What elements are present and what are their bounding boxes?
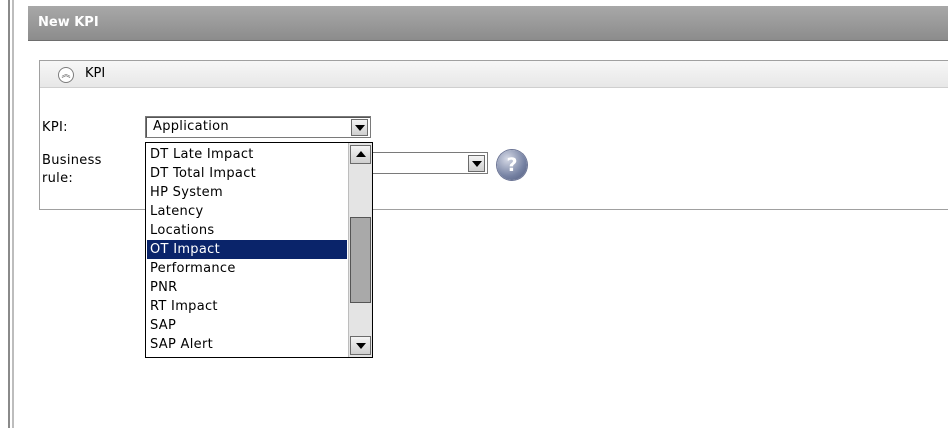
- scroll-up-button[interactable]: [350, 145, 371, 164]
- kpi-select-dropdown-button[interactable]: [351, 119, 368, 136]
- kpi-label: KPI:: [42, 120, 68, 135]
- scrollbar-thumb[interactable]: [350, 217, 371, 303]
- kpi-select-value: Application: [153, 119, 229, 134]
- business-rule-label: Business rule:: [42, 152, 102, 188]
- help-icon[interactable]: ?: [497, 150, 527, 180]
- section-header[interactable]: ︽ KPI: [40, 61, 948, 88]
- option-locations[interactable]: Locations: [147, 221, 347, 240]
- dialog-header: New KPI: [28, 6, 948, 41]
- option-ot-impact[interactable]: OT Impact: [147, 240, 347, 259]
- option-sap[interactable]: SAP: [147, 316, 347, 335]
- option-latency[interactable]: Latency: [147, 202, 347, 221]
- collapse-up-icon[interactable]: ︽: [58, 67, 74, 83]
- chevron-up-icon: [356, 151, 366, 157]
- chevron-down-icon: [355, 125, 365, 131]
- scroll-down-button[interactable]: [350, 336, 371, 355]
- window-frame-outer: [8, 0, 10, 428]
- option-pnr[interactable]: PNR: [147, 278, 347, 297]
- option-dt-late-impact[interactable]: DT Late Impact: [147, 145, 347, 164]
- option-dt-total-impact[interactable]: DT Total Impact: [147, 164, 347, 183]
- business-rule-label-line1: Business: [42, 153, 102, 168]
- business-rule-dropdown-button[interactable]: [468, 155, 485, 172]
- chevron-down-icon: [472, 161, 482, 167]
- option-sap-alert[interactable]: SAP Alert: [147, 335, 347, 354]
- dropdown-scrollbar[interactable]: [348, 143, 372, 357]
- section-title: KPI: [85, 66, 106, 81]
- option-performance[interactable]: Performance: [147, 259, 347, 278]
- option-hp-system[interactable]: HP System: [147, 183, 347, 202]
- option-rt-impact[interactable]: RT Impact: [147, 297, 347, 316]
- business-rule-label-line2: rule:: [42, 171, 74, 186]
- dialog-title: New KPI: [38, 15, 99, 30]
- business-rule-select[interactable]: [370, 152, 488, 174]
- kpi-dropdown-list[interactable]: DT Late Impact DT Total Impact HP System…: [145, 142, 373, 358]
- window-frame-inner: [12, 0, 14, 428]
- kpi-select[interactable]: Application: [145, 116, 371, 138]
- chevron-down-icon: [356, 343, 366, 349]
